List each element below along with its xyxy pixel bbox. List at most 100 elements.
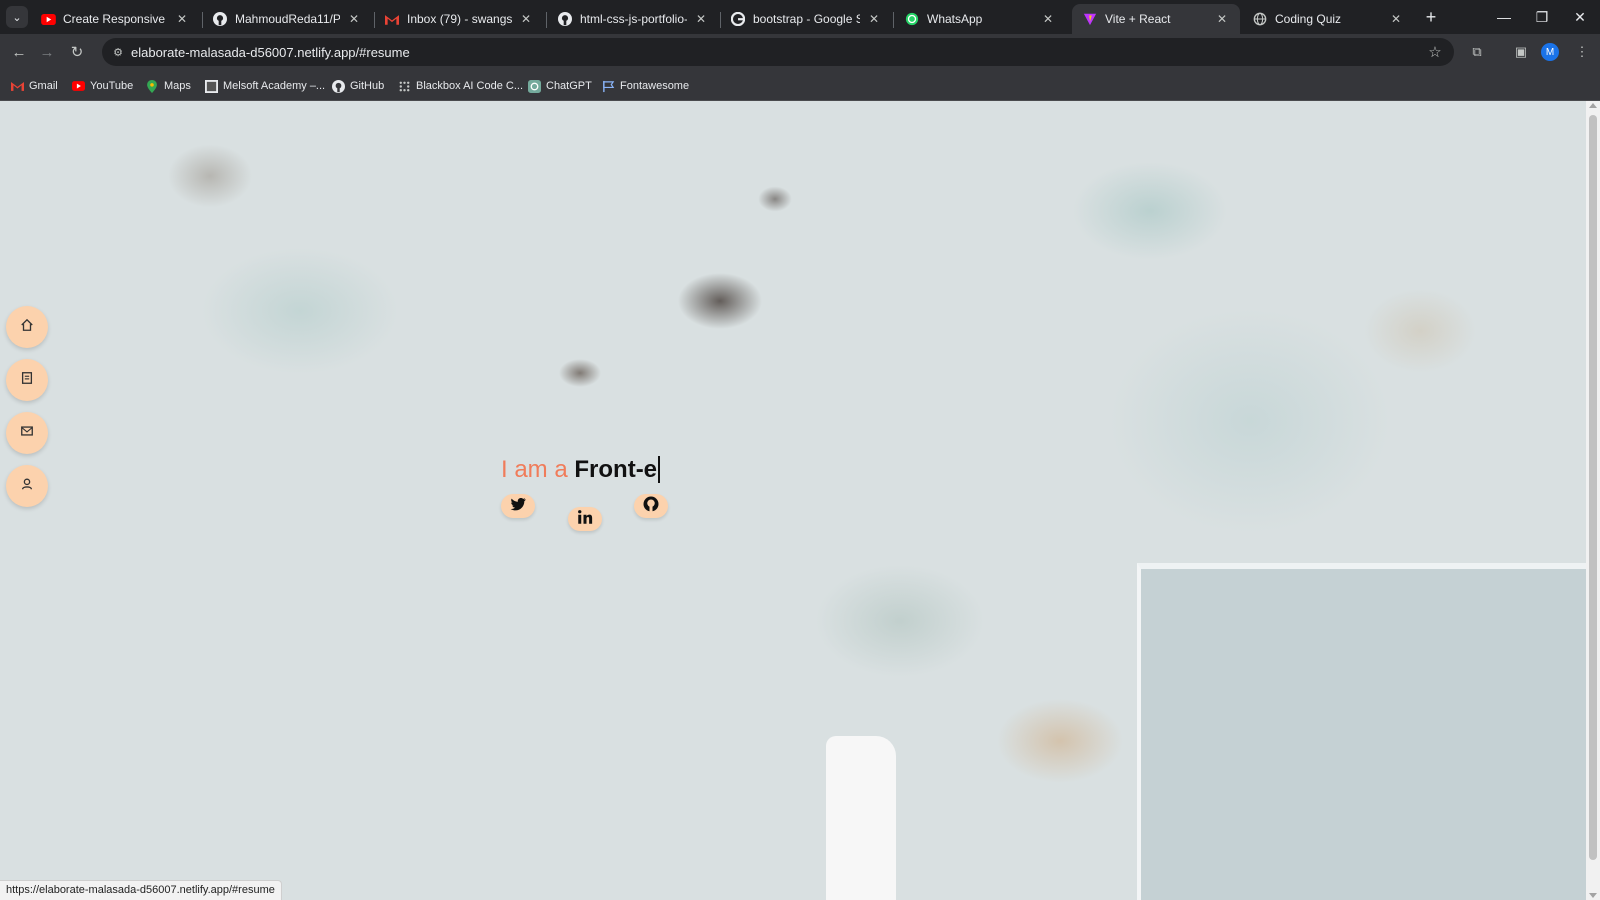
maps-icon [145, 79, 159, 93]
gmail-icon [384, 11, 400, 27]
reload-icon: ↻ [70, 44, 84, 61]
resume-icon [20, 371, 34, 390]
site-info-icon[interactable]: ⚙ [110, 44, 126, 60]
menu-button[interactable]: ⋮ [1571, 41, 1593, 63]
youtube-icon [71, 79, 85, 93]
page-scrollbar[interactable] [1586, 101, 1600, 900]
tab-vite-react[interactable]: Vite + React ✕ [1072, 4, 1240, 34]
close-window-button[interactable]: ✕ [1569, 6, 1591, 28]
more-vert-icon: ⋮ [1575, 44, 1589, 59]
profile-avatar[interactable]: M [1541, 43, 1559, 61]
tab-title: Vite + React [1105, 12, 1171, 26]
close-icon[interactable]: ✕ [1388, 11, 1404, 27]
restore-button[interactable]: ❐ [1531, 6, 1553, 28]
status-bar-url: https://elaborate-malasada-d56007.netlif… [0, 880, 282, 900]
close-icon[interactable]: ✕ [346, 11, 362, 27]
bookmark-youtube[interactable]: YouTube [71, 77, 133, 95]
forward-button[interactable]: → [36, 41, 58, 63]
twitter-icon [509, 495, 527, 518]
background-patch [826, 736, 896, 900]
nav-home-button[interactable] [6, 306, 48, 348]
hero-prefix: I am a [501, 456, 568, 483]
close-icon: ✕ [1574, 8, 1586, 25]
blackbox-icon [397, 79, 411, 93]
tab-title: Inbox (79) - swangs.m09@ [407, 12, 512, 26]
github-icon [331, 79, 345, 93]
scroll-down-arrow[interactable] [1589, 893, 1597, 898]
browser-toolbar: ← → ↻ ⚙ elaborate-malasada-d56007.netlif… [0, 34, 1600, 70]
bookmark-label: GitHub [350, 80, 385, 92]
twitter-link[interactable] [501, 494, 535, 518]
side-panel-icon: ▣ [1514, 44, 1528, 59]
nav-resume-button[interactable] [6, 359, 48, 401]
github-icon [642, 495, 660, 518]
minimize-icon: — [1497, 9, 1511, 25]
bookmark-label: Blackbox AI Code C... [416, 80, 523, 92]
close-icon[interactable]: ✕ [518, 11, 534, 27]
new-tab-button[interactable]: + [1420, 6, 1442, 28]
linkedin-link[interactable] [568, 507, 602, 531]
nav-contact-button[interactable] [6, 412, 48, 454]
tab-title: Coding Quiz [1275, 12, 1342, 26]
chevron-down-icon: ⌄ [12, 11, 22, 24]
bookmark-label: ChatGPT [546, 80, 592, 92]
page-viewport: I am a Front-e [0, 101, 1586, 900]
youtube-icon [40, 11, 56, 27]
bookmark-label: Gmail [29, 80, 58, 92]
close-icon[interactable]: ✕ [1040, 11, 1056, 27]
tab-search-button[interactable]: ⌄ [6, 6, 28, 28]
puzzle-icon: ⧉ [1472, 44, 1482, 59]
background-panel [1137, 563, 1586, 900]
tab-title: MahmoudReda11/Portfoli [235, 12, 340, 26]
reload-button[interactable]: ↻ [66, 41, 88, 63]
close-icon[interactable]: ✕ [1214, 11, 1230, 27]
bookmark-label: Maps [164, 80, 191, 92]
restore-icon: ❐ [1535, 8, 1549, 25]
tab-inbox[interactable]: Inbox (79) - swangs.m09@ ✕ [374, 4, 544, 34]
nav-about-button[interactable] [6, 465, 48, 507]
home-icon [20, 318, 34, 337]
minimize-button[interactable]: — [1493, 6, 1515, 28]
bookmark-melsoft[interactable]: Melsoft Academy –... [204, 77, 325, 95]
close-icon[interactable]: ✕ [866, 11, 882, 27]
vite-icon [1082, 11, 1098, 27]
tab-title: html-css-js-portfolio-tuto [580, 12, 687, 26]
side-panel-button[interactable]: ▣ [1510, 41, 1532, 63]
bookmark-label: Fontawesome [620, 80, 690, 92]
back-button[interactable]: ← [8, 41, 30, 63]
tab-github-portfolio[interactable]: MahmoudReda11/Portfoli ✕ [202, 4, 372, 34]
url-text[interactable]: elaborate-malasada-d56007.netlify.app/#r… [131, 45, 410, 60]
github-link[interactable] [634, 494, 668, 518]
extensions-button[interactable]: ⧉ [1466, 41, 1488, 63]
arrow-right-icon: → [39, 43, 55, 61]
tab-html-css-js-portfolio[interactable]: html-css-js-portfolio-tuto ✕ [547, 4, 719, 34]
star-icon[interactable]: ☆ [1426, 43, 1444, 61]
chatgpt-icon [527, 79, 541, 93]
bookmark-chatgpt[interactable]: ChatGPT [527, 77, 592, 95]
gmail-icon [10, 79, 24, 93]
tab-bootstrap-search[interactable]: bootstrap - Google Search ✕ [720, 4, 892, 34]
bookmark-gmail[interactable]: Gmail [10, 77, 58, 95]
bookmark-maps[interactable]: Maps [145, 77, 191, 95]
plus-icon: + [1425, 6, 1437, 27]
bookmark-fontawesome[interactable]: Fontawesome [601, 77, 689, 95]
hero-role: Front-e [574, 456, 661, 483]
github-icon [557, 11, 573, 27]
bookmark-label: YouTube [90, 80, 134, 92]
close-icon[interactable]: ✕ [693, 11, 709, 27]
address-bar[interactable]: ⚙ elaborate-malasada-d56007.netlify.app/… [102, 38, 1454, 66]
scrollbar-thumb[interactable] [1589, 115, 1597, 860]
bookmark-github[interactable]: GitHub [331, 77, 384, 95]
bookmarks-bar: Gmail YouTube Maps Melsoft Academy –... … [0, 70, 1600, 101]
tab-coding-quiz[interactable]: Coding Quiz ✕ [1242, 4, 1414, 34]
tab-create-responsive-portfolio[interactable]: Create Responsive Portfoli ✕ [30, 4, 200, 34]
close-icon[interactable]: ✕ [174, 11, 190, 27]
tab-strip: ⌄ Create Responsive Portfoli ✕ MahmoudRe… [0, 0, 1600, 34]
mail-icon [20, 424, 34, 443]
linkedin-icon [576, 508, 594, 531]
github-icon [212, 11, 228, 27]
tab-whatsapp[interactable]: WhatsApp ✕ [894, 4, 1066, 34]
bookmark-blackbox[interactable]: Blackbox AI Code C... [397, 77, 523, 95]
scroll-up-arrow[interactable] [1589, 103, 1597, 108]
user-icon [20, 477, 34, 496]
